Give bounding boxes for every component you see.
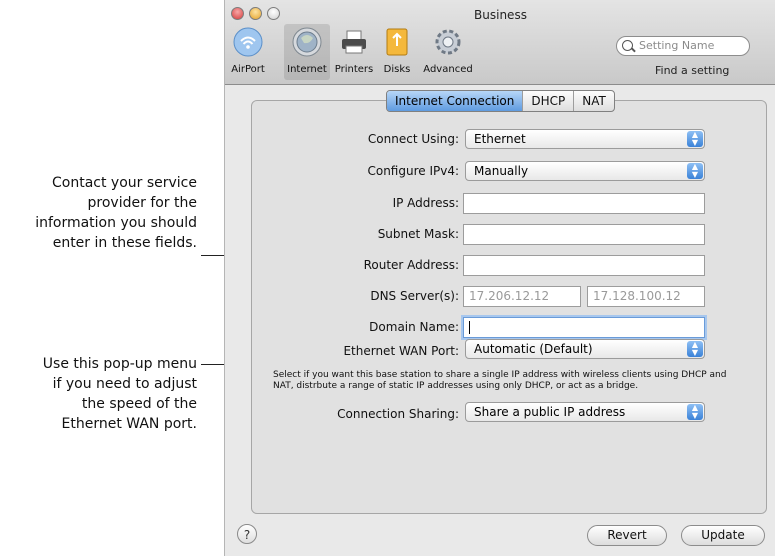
connection-sharing-popup[interactable]: Share a public IP address ▲ ▼ [465, 402, 705, 422]
tab-dhcp[interactable]: DHCP [522, 91, 573, 111]
search-caption: Find a setting [655, 64, 730, 77]
search-icon [622, 40, 633, 51]
ip-address-field[interactable] [463, 193, 705, 214]
toolbar-advanced[interactable]: Advanced [421, 26, 475, 75]
dns-server-1-field[interactable]: 17.206.12.12 [463, 286, 581, 307]
subnet-mask-label: Subnet Mask: [377, 227, 459, 241]
connect-using-label: Connect Using: [367, 132, 459, 146]
domain-name-field[interactable] [463, 317, 705, 338]
ethernet-wan-port-label: Ethernet WAN Port: [343, 344, 459, 358]
search-input[interactable]: Setting Name [616, 36, 750, 56]
toolbar: Business AirPort Internet Printers Disks… [225, 0, 775, 85]
ethernet-wan-port-popup[interactable]: Automatic (Default) ▲ ▼ [465, 339, 705, 359]
popup-arrows-icon: ▲ ▼ [687, 131, 703, 147]
router-address-label: Router Address: [363, 258, 459, 272]
window-title: Business [474, 8, 527, 22]
toolbar-airport[interactable]: AirPort [227, 26, 269, 75]
revert-button[interactable]: Revert [587, 525, 667, 546]
update-button[interactable]: Update [681, 525, 765, 546]
popup-annotation: Use this pop-up menu if you need to adju… [42, 356, 197, 432]
router-address-field[interactable] [463, 255, 705, 276]
popup-arrows-icon: ▲ ▼ [687, 341, 703, 357]
printer-icon [342, 30, 366, 54]
tab-bar: Internet Connection DHCP NAT [386, 90, 615, 112]
subnet-mask-field[interactable] [463, 224, 705, 245]
popup-arrows-icon: ▲ ▼ [687, 163, 703, 179]
toolbar-disks[interactable]: Disks [379, 26, 415, 75]
toolbar-internet[interactable]: Internet [284, 24, 330, 80]
text-caret [469, 321, 470, 334]
configure-ipv4-label: Configure IPv4: [367, 164, 459, 178]
fields-annotation: Contact your service provider for the in… [35, 175, 197, 251]
toolbar-printers[interactable]: Printers [331, 26, 377, 75]
help-button[interactable]: ? [237, 524, 257, 544]
gear-icon [435, 29, 461, 55]
disk-icon [386, 28, 408, 56]
popup-arrows-icon: ▲ ▼ [687, 404, 703, 420]
tab-internet-connection[interactable]: Internet Connection [387, 91, 523, 111]
connection-sharing-label: Connection Sharing: [337, 407, 459, 421]
ip-address-label: IP Address: [392, 196, 459, 210]
tab-nat[interactable]: NAT [573, 91, 614, 111]
preferences-window: Business AirPort Internet Printers Disks… [224, 0, 775, 556]
sharing-help-text: Select if you want this base station to … [273, 370, 727, 391]
internet-icon [292, 27, 322, 57]
dns-servers-label: DNS Server(s): [370, 289, 459, 303]
dns-server-2-field[interactable]: 17.128.100.12 [587, 286, 705, 307]
connect-using-popup[interactable]: Ethernet ▲ ▼ [465, 129, 705, 149]
airport-icon [233, 27, 263, 57]
domain-name-label: Domain Name: [369, 320, 459, 334]
configure-ipv4-popup[interactable]: Manually ▲ ▼ [465, 161, 705, 181]
